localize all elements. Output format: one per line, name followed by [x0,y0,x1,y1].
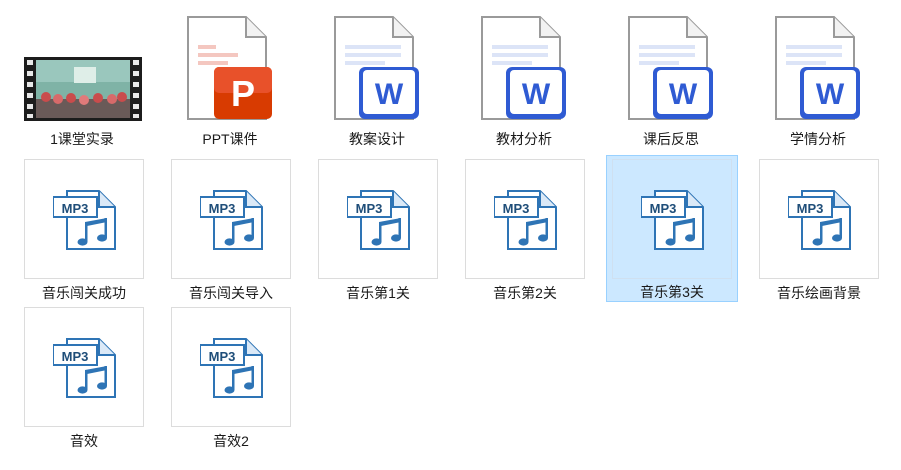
file-name: 音乐第1关 [346,285,410,301]
file-item-mp3[interactable]: MP3 音乐绘画背景 [759,159,879,309]
svg-text:MP3: MP3 [62,349,89,364]
mp3-thumbnail: MP3 [612,159,732,279]
svg-text:MP3: MP3 [356,201,383,216]
file-name: 音乐闯关导入 [189,285,273,301]
word-file-icon: W [334,16,419,120]
mp3-thumbnail: MP3 [759,159,879,279]
svg-text:P: P [231,73,255,114]
powerpoint-file-icon: P [187,16,272,120]
svg-text:MP3: MP3 [797,201,824,216]
file-item-word[interactable]: W 教材分析 [464,5,584,155]
svg-text:MP3: MP3 [209,349,236,364]
video-thumbnail [22,5,142,125]
file-name: 教材分析 [496,131,552,147]
mp3-file-icon: MP3 [200,190,263,250]
mp3-thumbnail: MP3 [171,307,291,427]
file-name: 课后反思 [643,131,699,147]
svg-text:W: W [816,78,845,111]
svg-text:MP3: MP3 [503,201,530,216]
file-name: PPT课件 [202,131,258,147]
file-item-video[interactable]: 1课堂实录 [22,5,142,155]
mp3-file-icon: MP3 [494,190,557,250]
svg-text:MP3: MP3 [209,201,236,216]
mp3-file-icon: MP3 [788,190,851,250]
file-name: 音乐第3关 [640,284,704,300]
mp3-file-icon: MP3 [53,190,116,250]
file-item-mp3[interactable]: MP3 音乐第2关 [465,159,585,309]
svg-text:MP3: MP3 [650,201,677,216]
file-item-mp3[interactable]: MP3 音效2 [171,307,291,457]
file-item-word[interactable]: W 学情分析 [758,5,878,155]
word-file-icon: W [775,16,860,120]
svg-text:MP3: MP3 [62,201,89,216]
mp3-thumbnail: MP3 [171,159,291,279]
mp3-file-icon: MP3 [53,338,116,398]
mp3-thumbnail: MP3 [24,159,144,279]
file-item-mp3[interactable]: MP3 音乐闯关成功 [24,159,144,309]
word-file-icon: W [481,16,566,120]
file-name: 学情分析 [790,131,846,147]
svg-text:W: W [522,78,551,111]
file-item-mp3[interactable]: MP3 音乐闯关导入 [171,159,291,309]
file-name: 音效 [70,433,98,449]
mp3-thumbnail: MP3 [465,159,585,279]
file-item-mp3[interactable]: MP3 音乐第1关 [318,159,438,309]
file-name: 1课堂实录 [50,131,114,147]
file-name: 音乐闯关成功 [42,285,126,301]
mp3-file-icon: MP3 [200,338,263,398]
mp3-thumbnail: MP3 [24,307,144,427]
word-file-icon: W [628,16,713,120]
file-item-ppt[interactable]: P PPT课件 [170,5,290,155]
file-item-mp3[interactable]: MP3 音效 [24,307,144,457]
file-item-word[interactable]: W 课后反思 [611,5,731,155]
video-file-icon [24,57,142,121]
file-name: 教案设计 [349,131,405,147]
file-item-mp3-selected[interactable]: MP3 音乐第3关 [606,155,738,302]
mp3-file-icon: MP3 [641,190,704,250]
svg-text:W: W [669,78,698,111]
file-name: 音效2 [213,433,249,449]
mp3-thumbnail: MP3 [318,159,438,279]
file-item-word[interactable]: W 教案设计 [317,5,437,155]
ppt-thumbnail: P [170,5,290,125]
file-name: 音乐第2关 [493,285,557,301]
mp3-file-icon: MP3 [347,190,410,250]
svg-text:W: W [375,78,404,111]
file-name: 音乐绘画背景 [777,285,861,301]
